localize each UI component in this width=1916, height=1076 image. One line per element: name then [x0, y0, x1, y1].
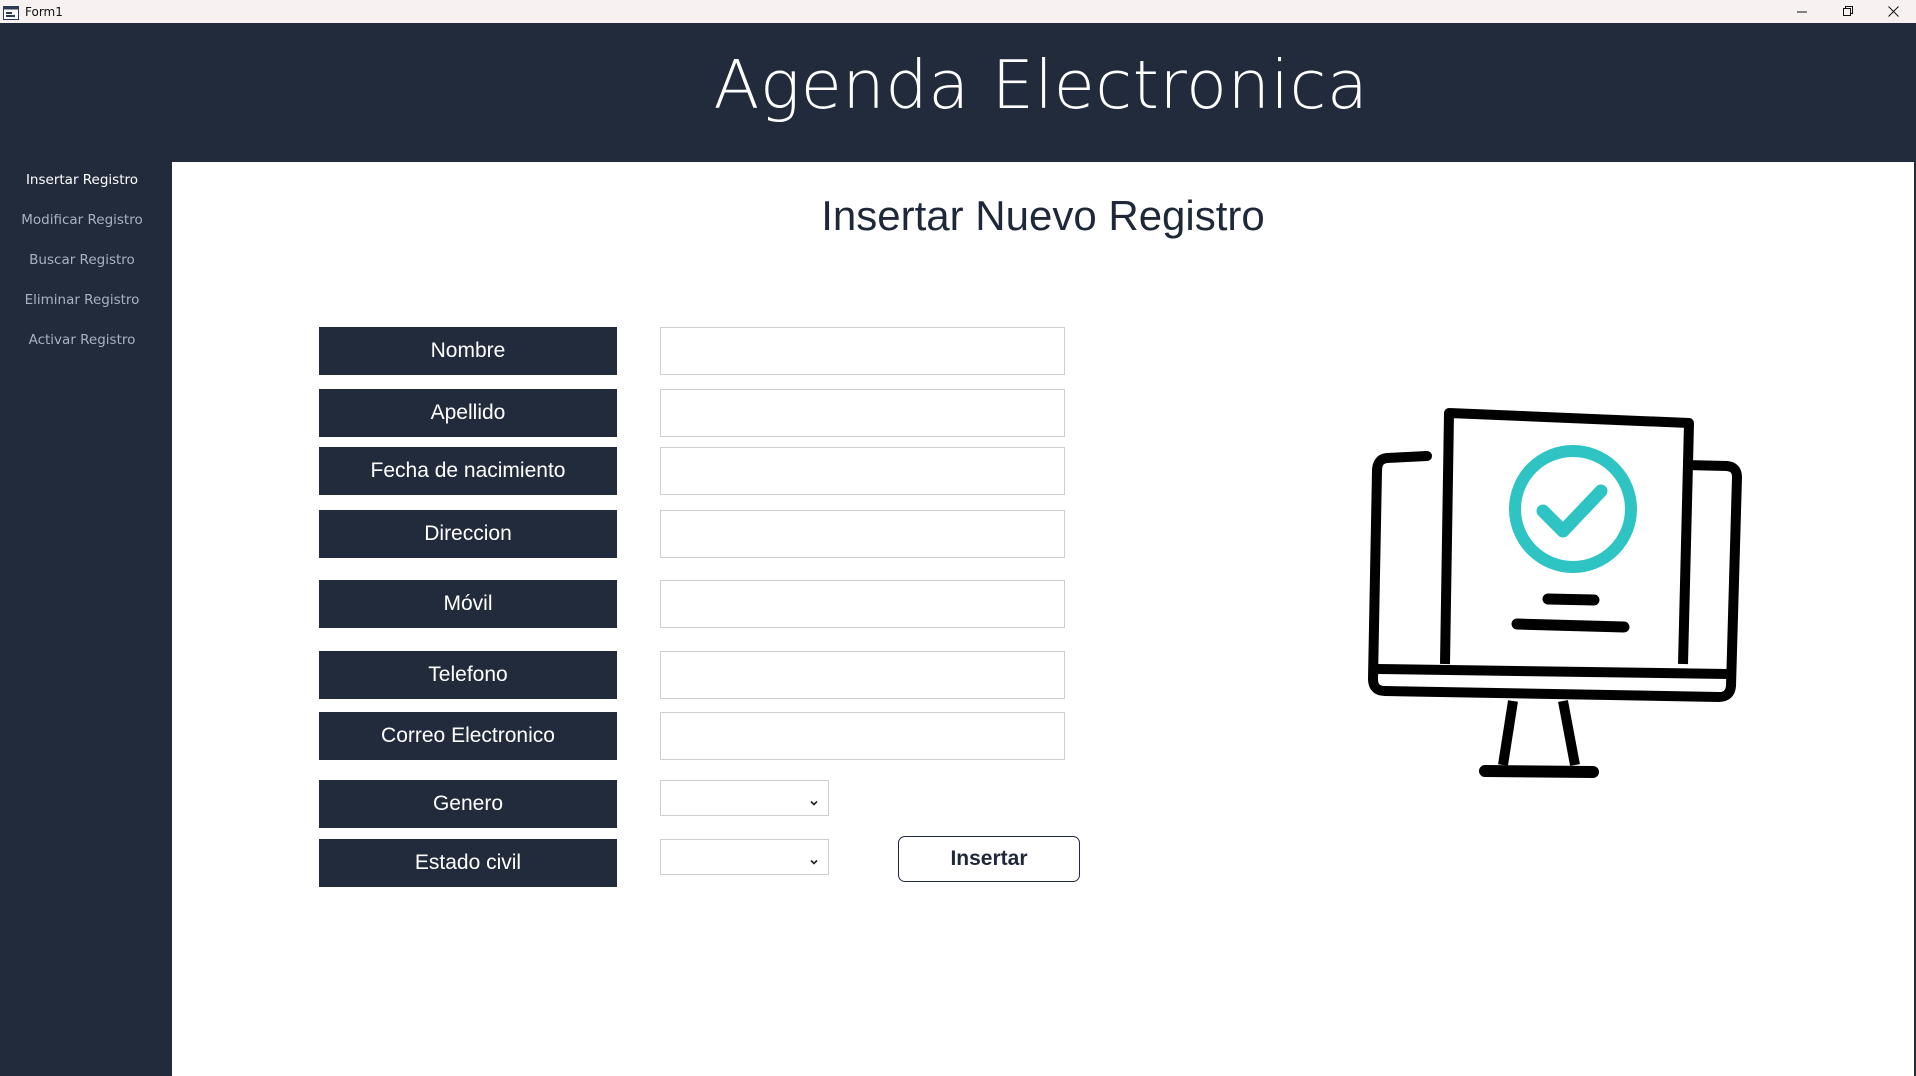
monitor-checkmark-icon: [1365, 399, 1755, 789]
genero-select[interactable]: [660, 780, 829, 816]
header-banner: Agenda Electronica: [0, 23, 1916, 162]
app-window-icon: [3, 5, 19, 20]
nombre-label: Nombre: [319, 327, 617, 375]
chevron-down-icon: [810, 792, 818, 806]
movil-label: Móvil: [319, 580, 617, 628]
minimize-icon[interactable]: [1779, 0, 1825, 23]
restore-icon[interactable]: [1825, 0, 1871, 23]
close-icon[interactable]: [1870, 0, 1916, 23]
nombre-field[interactable]: [660, 327, 1065, 375]
genero-label: Genero: [319, 780, 617, 828]
telefono-field[interactable]: [660, 651, 1065, 699]
window-titlebar: Form1: [0, 0, 1916, 23]
correo-field[interactable]: [660, 712, 1065, 760]
sidebar: Insertar Registro Modificar Registro Bus…: [0, 162, 172, 1076]
telefono-label: Telefono: [319, 651, 617, 699]
app-title: Agenda Electronica: [713, 46, 1369, 124]
correo-label: Correo Electronico: [319, 712, 617, 760]
apellido-label: Apellido: [319, 389, 617, 437]
sidebar-item-modificar[interactable]: Modificar Registro: [0, 202, 164, 238]
apellido-field[interactable]: [660, 389, 1065, 437]
direccion-field[interactable]: [660, 510, 1065, 558]
estado-civil-select[interactable]: [660, 839, 829, 875]
window-title: Form1: [25, 4, 63, 19]
fecha-nacimiento-label: Fecha de nacimiento: [319, 447, 617, 495]
fecha-nacimiento-field[interactable]: [660, 447, 1065, 495]
chevron-down-icon: [810, 851, 818, 865]
insertar-button[interactable]: Insertar: [898, 836, 1080, 882]
main-panel: Insertar Nuevo Registro Nombre Apellido …: [172, 162, 1914, 1076]
sidebar-item-activar[interactable]: Activar Registro: [0, 322, 164, 358]
sidebar-item-insertar[interactable]: Insertar Registro: [0, 162, 164, 198]
movil-field[interactable]: [660, 580, 1065, 628]
sidebar-item-eliminar[interactable]: Eliminar Registro: [0, 282, 164, 318]
page-title: Insertar Nuevo Registro: [821, 192, 1265, 239]
direccion-label: Direccion: [319, 510, 617, 558]
estado-civil-label: Estado civil: [319, 839, 617, 887]
sidebar-item-buscar[interactable]: Buscar Registro: [0, 242, 164, 278]
